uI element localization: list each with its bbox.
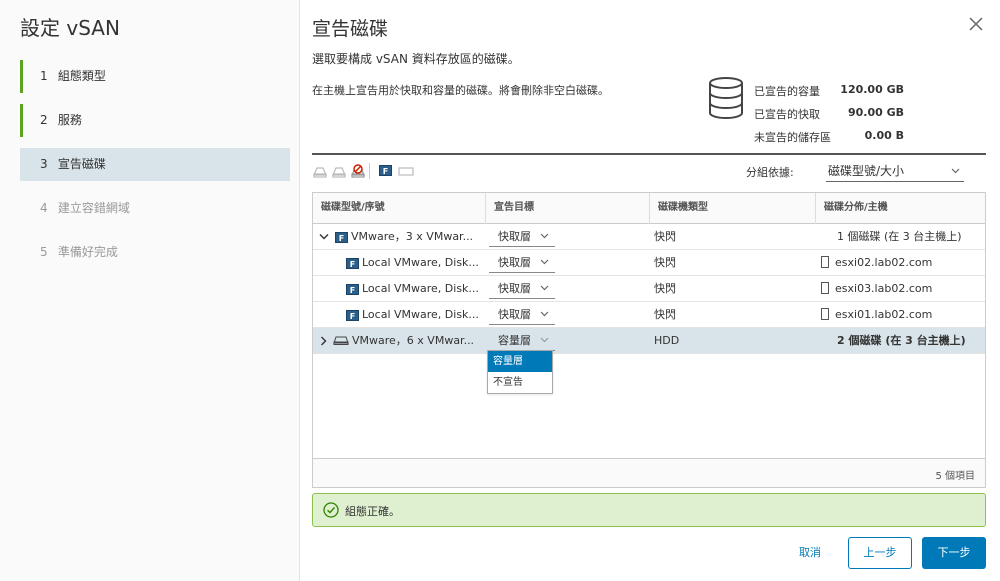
wizard-step-4: 4 建立容錯網域 (40, 201, 130, 215)
wizard-step-3[interactable]: 3 宣告磁碟 (20, 148, 290, 181)
validation-status: 組態正確。 (312, 493, 986, 527)
disk-distribution: 1 個磁碟 (在 3 台主機上) (837, 230, 962, 243)
table-row[interactable]: VMware，6 x VMwar... 容量層 HDD 2 個磁碟 (在 3 台… (313, 328, 985, 354)
wizard-title: 設定 vSAN (20, 16, 120, 40)
drive-type: HDD (654, 334, 680, 347)
wizard-step-label: 宣告磁碟 (57, 157, 106, 171)
column-header-model[interactable]: 磁碟型號/序號 (313, 193, 485, 224)
host-icon (821, 282, 829, 294)
flash-disk-icon: F (335, 232, 348, 243)
disk-model: Local VMware, Disk... (362, 308, 479, 321)
chevron-right-icon[interactable] (320, 336, 328, 346)
claim-summary: 已宣告的容量 120.00 GB 已宣告的快取 90.00 GB 未宣告的儲存區… (706, 76, 986, 148)
claim-target-select[interactable]: 快取層 (489, 279, 555, 299)
disk-model: VMware，6 x VMwar... (352, 334, 475, 347)
drive-type: 快閃 (654, 308, 676, 321)
table-row[interactable]: F Local VMware, Disk... 快取層 快閃 esxi01.lab… (313, 302, 985, 328)
unclaim-icon[interactable] (350, 163, 366, 179)
disk-model: Local VMware, Disk... (362, 282, 479, 295)
wizard-steps: 1 組態類型 2 服務 3 宣告磁碟 4 建立容錯網域 5 準備好完成 (20, 60, 290, 280)
wizard-step-2[interactable]: 2 服務 (20, 104, 290, 137)
drive-type: 快閃 (654, 230, 676, 243)
chevron-down-icon (540, 285, 549, 291)
hdd-disk-icon (333, 336, 349, 345)
column-header-claim-target[interactable]: 宣告目標 (485, 193, 649, 224)
cancel-button[interactable]: 取消 (780, 538, 840, 568)
close-icon[interactable] (966, 14, 986, 34)
chevron-down-icon (540, 311, 549, 317)
dropdown-option-capacity-tier[interactable]: 容量層 (488, 351, 552, 372)
claimed-capacity-value: 120.00 GB (840, 83, 904, 96)
flash-disk-icon: F (346, 310, 359, 321)
disk-table: 磁碟型號/序號 宣告目標 磁碟機類型 磁碟分佈/主機 F VMware，3 x V… (312, 192, 986, 488)
column-header-distribution[interactable]: 磁碟分佈/主機 (815, 193, 985, 224)
flash-disk-icon: F (346, 284, 359, 295)
claimed-cache-value: 90.00 GB (847, 106, 904, 119)
disk-model: VMware，3 x VMwar... (351, 230, 474, 243)
table-row[interactable]: F VMware，3 x VMwar... 快取層 快閃 1 個磁碟 (在 3 台… (313, 224, 985, 250)
main-panel: 宣告磁碟 選取要構成 vSAN 資料存放區的磁碟。 在主機上宣告用於快取和容量的… (312, 0, 986, 581)
chevron-down-icon (540, 337, 549, 343)
claim-cache-icon[interactable] (312, 163, 328, 179)
divider (312, 153, 986, 155)
disk-toolbar: F 分組依據: 磁碟型號/大小 (312, 162, 986, 182)
table-header: 磁碟型號/序號 宣告目標 磁碟機類型 磁碟分佈/主機 (313, 193, 985, 224)
status-text: 組態正確。 (345, 505, 400, 518)
claim-target-select[interactable]: 容量層 (489, 331, 555, 351)
chevron-down-icon (540, 259, 549, 265)
database-icon (709, 77, 743, 119)
table-footer: 5 個項目 (313, 458, 985, 487)
claim-target-select[interactable]: 快取層 (489, 227, 555, 247)
disk-model: Local VMware, Disk... (362, 256, 479, 269)
check-circle-icon (323, 502, 339, 518)
item-count: 5 個項目 (935, 471, 975, 482)
host-name[interactable]: esxi03.lab02.com (835, 282, 932, 295)
dropdown-option-do-not-claim[interactable]: 不宣告 (488, 372, 552, 393)
column-header-drive-type[interactable]: 磁碟機類型 (649, 193, 815, 224)
wizard-step-label: 準備好完成 (57, 245, 118, 259)
wizard-step-label: 建立容錯網域 (57, 201, 130, 215)
wizard-sidebar: 設定 vSAN 1 組態類型 2 服務 3 宣告磁碟 4 建立容錯網域 5 準備… (0, 0, 300, 581)
toolbar-separator (369, 163, 370, 179)
next-button[interactable]: 下一步 (922, 537, 986, 569)
claim-capacity-icon[interactable] (331, 163, 347, 179)
unclaimed-storage-value: 0.00 B (864, 129, 904, 142)
wizard-step-label: 服務 (57, 113, 82, 127)
back-button[interactable]: 上一步 (848, 537, 912, 569)
host-icon (821, 256, 829, 268)
table-row[interactable]: F Local VMware, Disk... 快取層 快閃 esxi02.lab… (313, 250, 985, 276)
table-row[interactable]: F Local VMware, Disk... 快取層 快閃 esxi03.lab… (313, 276, 985, 302)
wizard-step-5: 5 準備好完成 (40, 245, 118, 259)
page-description: 在主機上宣告用於快取和容量的磁碟。將會刪除非空白磁碟。 (312, 84, 609, 97)
chevron-down-icon (540, 233, 549, 239)
claim-target-select[interactable]: 快取層 (489, 305, 555, 325)
wizard-step-label: 組態類型 (57, 69, 106, 83)
chevron-down-icon[interactable] (319, 233, 329, 241)
claim-target-select[interactable]: 快取層 (489, 253, 555, 273)
hdd-icon[interactable] (398, 163, 414, 179)
host-name[interactable]: esxi01.lab02.com (835, 308, 932, 321)
claim-target-dropdown: 容量層 不宣告 (487, 350, 553, 394)
group-by-select[interactable]: 磁碟型號/大小 (826, 162, 964, 182)
group-by-label: 分組依據: (746, 166, 794, 179)
wizard-step-1[interactable]: 1 組態類型 (20, 60, 290, 93)
page-title: 宣告磁碟 (312, 18, 389, 40)
host-name[interactable]: esxi02.lab02.com (835, 256, 932, 269)
page-subtitle: 選取要構成 vSAN 資料存放區的磁碟。 (312, 52, 520, 66)
flash-disk-icon: F (346, 258, 359, 269)
drive-type: 快閃 (654, 256, 676, 269)
drive-type: 快閃 (654, 282, 676, 295)
disk-distribution: 2 個磁碟 (在 3 台主機上) (837, 334, 966, 347)
flash-icon[interactable]: F (379, 165, 392, 176)
host-icon (821, 308, 829, 320)
chevron-down-icon (951, 168, 960, 174)
